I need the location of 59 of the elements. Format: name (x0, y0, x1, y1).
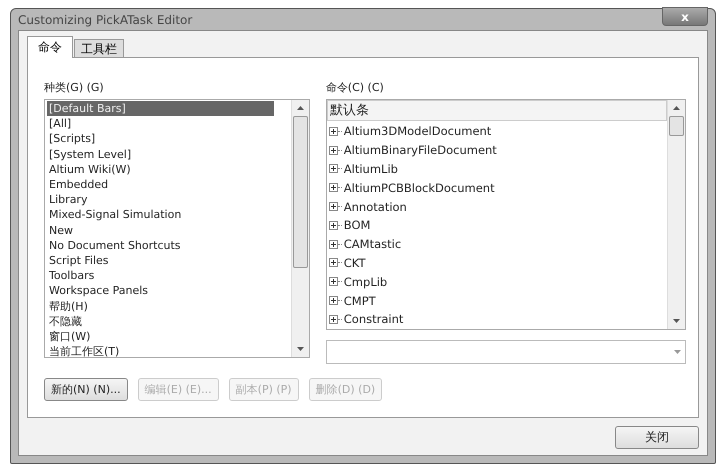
category-item[interactable]: [All] (47, 116, 72, 132)
category-item[interactable]: New (47, 222, 73, 238)
expand-icon[interactable] (328, 258, 338, 268)
close-dialog-button[interactable]: 关闭 (615, 426, 699, 449)
tree-header: 默认条 (326, 100, 667, 121)
tree-item[interactable]: CmpLib (344, 274, 388, 289)
expand-icon[interactable] (328, 277, 338, 286)
tree-item[interactable]: Constraint (344, 312, 404, 326)
scrollbar[interactable] (290, 100, 309, 357)
category-item[interactable]: Altium Wiki(W) (47, 162, 131, 178)
expand-icon[interactable] (328, 183, 338, 192)
tree-item[interactable]: CKT (344, 256, 366, 270)
scroll-up-icon[interactable] (673, 106, 680, 110)
command-tree[interactable]: 默认条 Altium3DModelDocument AltiumBinaryFileDocument AltiumLib AltiumPCBBlockDocument Annotation BOM CAMtastic CKT CmpLib CMPT Constraint (326, 99, 686, 330)
category-item[interactable]: Library (47, 192, 88, 208)
category-item[interactable]: Workspace Panels (47, 283, 148, 299)
category-item[interactable]: Toolbars (47, 268, 94, 284)
scroll-thumb[interactable] (292, 116, 308, 268)
scroll-down-icon[interactable] (296, 347, 304, 351)
tree-item[interactable]: AltiumPCBBlockDocument (344, 180, 495, 195)
scroll-down-icon[interactable] (673, 319, 680, 323)
category-item[interactable]: 窗口(W) (47, 329, 90, 344)
category-item[interactable]: 帮助(H) (47, 298, 88, 314)
scrollbar[interactable] (667, 100, 685, 329)
category-item[interactable]: Script Files (47, 253, 109, 268)
expand-icon[interactable] (328, 164, 338, 174)
dropdown-field[interactable] (326, 340, 686, 364)
category-item[interactable]: [Scripts] (47, 131, 96, 147)
category-item[interactable]: No Document Shortcuts (47, 238, 181, 254)
category-item[interactable]: Embedded (47, 177, 108, 192)
category-item[interactable]: 当前工作区(T) (47, 344, 120, 357)
tree-item[interactable]: AltiumLib (344, 162, 398, 176)
expand-icon[interactable] (328, 220, 338, 230)
tab[interactable]: 工具栏 (74, 39, 124, 57)
category-item[interactable]: Mixed-Signal Simulation (47, 207, 182, 223)
expand-icon[interactable] (328, 240, 338, 249)
expand-icon[interactable] (328, 296, 338, 306)
tree-item[interactable]: AltiumBinaryFileDocument (344, 143, 497, 158)
category-label: 种类(G) (G) (44, 80, 104, 95)
tree-item[interactable]: CAMtastic (344, 237, 402, 252)
expand-icon[interactable] (328, 202, 338, 212)
command-label: 命令(C) (C) (326, 80, 384, 95)
tree-item[interactable]: Annotation (344, 200, 407, 214)
tab[interactable]: 命令 (27, 36, 73, 58)
dropdown-arrow-icon[interactable] (674, 350, 681, 354)
tree-item[interactable]: Altium3DModelDocument (344, 124, 492, 138)
category-item[interactable]: 不隐藏 (47, 314, 82, 330)
category-item[interactable]: [System Level] (47, 146, 132, 162)
action-button[interactable]: 新的(N) (N)... (44, 378, 128, 401)
expand-icon[interactable] (328, 146, 338, 155)
scroll-thumb[interactable] (669, 116, 684, 136)
expand-icon[interactable] (328, 314, 338, 324)
category-item[interactable]: [Default Bars] (47, 101, 274, 116)
tree-item[interactable]: CMPT (344, 294, 376, 308)
scroll-up-icon[interactable] (296, 106, 304, 110)
expand-icon[interactable] (328, 126, 338, 136)
window-title: Customizing PickATask Editor (18, 12, 192, 26)
tree-item[interactable]: BOM (344, 218, 370, 232)
category-list[interactable]: [Default Bars] [All] [Scripts] [System Level] Altium Wiki(W) Embedded Library Mixed-Signal Simulation New No Document Shortcuts Script Files Toolbars Workspace Panels 帮助(H) 不隐藏 窗口(W) 当前工作区(T) (44, 99, 310, 358)
